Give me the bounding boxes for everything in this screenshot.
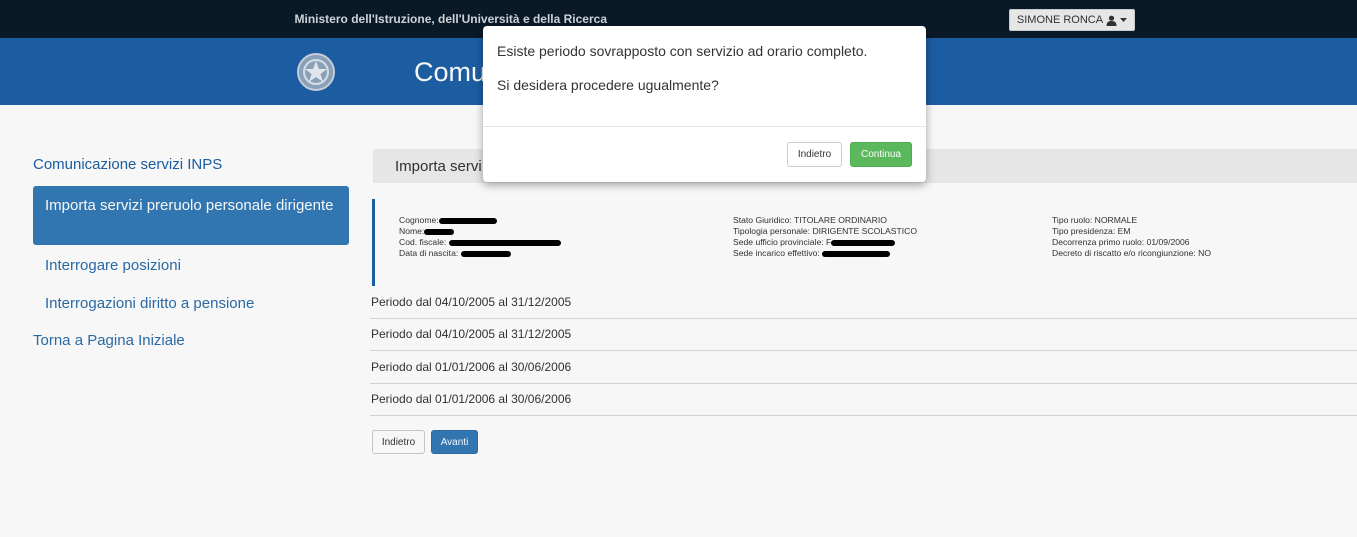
info-sede-ufficio: Sede ufficio provinciale: F	[733, 237, 896, 248]
info-stato-giuridico: Stato Giuridico: TITOLARE ORDINARIO	[733, 215, 887, 225]
info-nome: Nome:	[399, 226, 455, 237]
info-decorrenza: Decorrenza primo ruolo: 01/09/2006	[1052, 237, 1190, 247]
ministry-name: Ministero dell'Istruzione, dell'Universi…	[294, 12, 607, 26]
info-cod-fiscale: Cod. fiscale:	[399, 237, 561, 248]
header-title: Comu	[414, 57, 487, 87]
sidebar-section-title[interactable]: Comunicazione servizi INPS	[33, 156, 222, 173]
panel-title: Importa servi	[395, 158, 482, 175]
caret-down-icon	[1120, 17, 1128, 23]
period-row[interactable]: Periodo dal 01/01/2006 al 30/06/2006	[370, 384, 1357, 416]
confirm-dialog: Esiste periodo sovrapposto con servizio …	[483, 26, 926, 182]
redacted-value	[460, 250, 511, 257]
info-tipo-presidenza: Tipo presidenza: EM	[1052, 226, 1131, 236]
dialog-back-button[interactable]: Indietro	[787, 142, 842, 167]
info-tipo-ruolo: Tipo ruolo: NORMALE	[1052, 215, 1138, 225]
info-data-nascita: Data di nascita:	[399, 248, 511, 259]
period-row[interactable]: Periodo dal 01/01/2006 al 30/06/2006	[370, 352, 1357, 384]
dialog-message: Esiste periodo sovrapposto con servizio …	[497, 43, 868, 59]
period-row[interactable]: Periodo dal 04/10/2005 al 31/12/2005	[370, 319, 1357, 351]
sidebar-back-home-link[interactable]: Torna a Pagina Iniziale	[33, 332, 185, 349]
info-decreto-riscatto: Decreto di riscatto e/o ricongiunzione: …	[1052, 248, 1212, 258]
info-tipologia-personale: Tipologia personale: DIRIGENTE SCOLASTIC…	[733, 226, 918, 236]
sidebar-item-interrogare-posizioni[interactable]: Interrogare posizioni	[45, 257, 181, 274]
dialog-continue-button[interactable]: Continua	[850, 142, 912, 167]
redacted-value	[424, 228, 455, 235]
dialog-question: Si desidera procedere ugualmente?	[497, 77, 719, 93]
user-icon	[1106, 15, 1117, 26]
sidebar-item-interrogazioni-pensione[interactable]: Interrogazioni diritto a pensione	[45, 295, 254, 312]
redacted-value	[438, 217, 497, 224]
redacted-value	[831, 239, 896, 246]
info-sede-incarico: Sede incarico effettivo:	[733, 248, 891, 259]
info-cognome: Cognome:	[399, 215, 497, 226]
sidebar-item-importa-servizi[interactable]: Importa servizi preruolo personale dirig…	[33, 186, 349, 245]
back-button[interactable]: Indietro	[372, 430, 425, 454]
redacted-value	[448, 239, 561, 246]
redacted-value	[822, 250, 891, 257]
next-button[interactable]: Avanti	[431, 430, 478, 454]
user-menu-button[interactable]: SIMONE RONCA	[1009, 9, 1135, 31]
user-name: SIMONE RONCA	[1016, 14, 1104, 26]
italian-republic-emblem-icon	[296, 52, 336, 92]
period-row[interactable]: Periodo dal 04/10/2005 al 31/12/2005	[370, 287, 1357, 319]
